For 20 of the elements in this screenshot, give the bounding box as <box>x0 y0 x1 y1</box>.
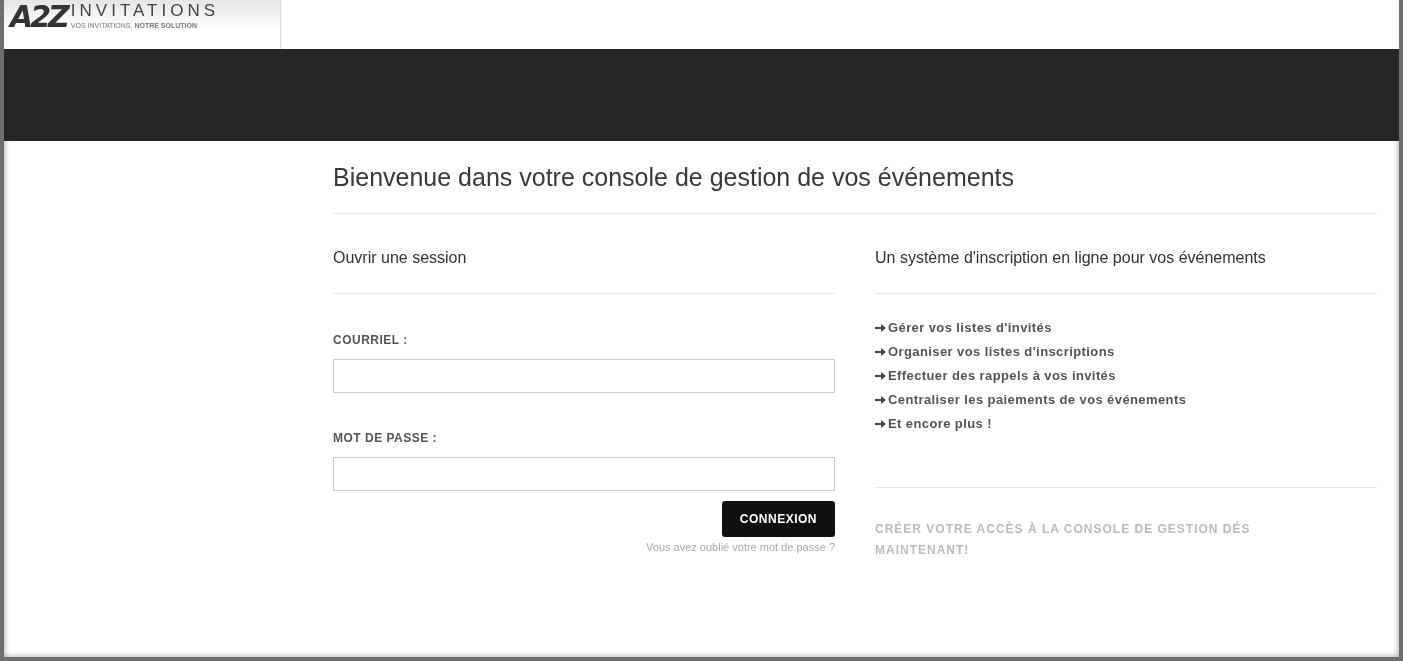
arrow-right-icon <box>875 346 886 357</box>
feature-text: Gérer vos listes d'invités <box>888 320 1052 335</box>
feature-text: Effectuer des rappels à vos invités <box>888 368 1116 383</box>
arrow-right-icon <box>875 370 886 381</box>
info-heading: Un système d'inscription en ligne pour vos événements <box>875 249 1377 294</box>
feature-text: Organiser vos listes d'inscriptions <box>888 344 1115 359</box>
login-button[interactable]: CONNEXION <box>721 501 835 537</box>
logo-name: INVITATIONS <box>70 0 220 22</box>
field-label: MOT DE PASSE : <box>333 431 439 445</box>
input-field[interactable] <box>333 457 835 491</box>
feature-text: Et encore plus ! <box>888 416 992 431</box>
login-heading: Ouvrir une session <box>333 249 835 294</box>
input-field[interactable] <box>333 359 835 393</box>
arrow-right-icon <box>875 322 886 333</box>
logo-mark: A2Z <box>10 0 67 34</box>
page-title: Bienvenue dans votre console de gestion de vos événements <box>333 163 1377 214</box>
arrow-right-icon <box>875 394 886 405</box>
arrow-right-icon <box>875 418 886 429</box>
field-label: COURRIEL : <box>333 333 409 347</box>
feature-text: Centraliser les paiements de vos événements <box>888 392 1187 407</box>
